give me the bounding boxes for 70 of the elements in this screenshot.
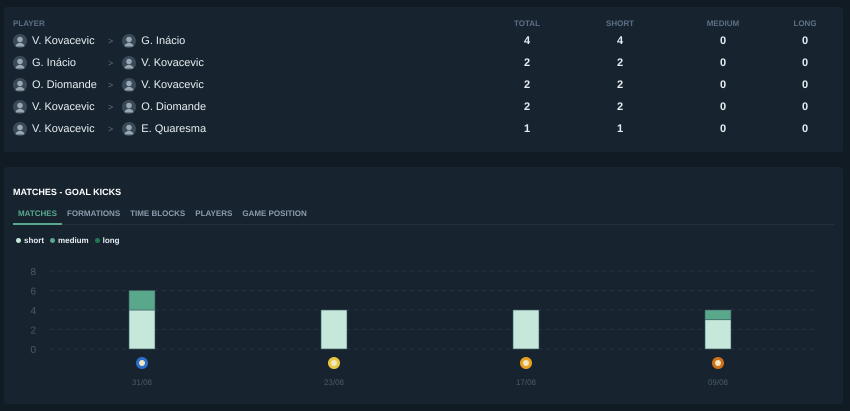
- axis-tick: 2: [30, 326, 36, 336]
- player-name: E. Quaresma: [141, 123, 206, 135]
- avatar-icon: [122, 122, 136, 136]
- avatar-icon: [13, 34, 27, 48]
- table-cell: 0: [720, 35, 726, 47]
- tab[interactable]: GAME POSITION: [237, 207, 312, 225]
- axis-tick: 0: [30, 345, 36, 356]
- table-cell: 0: [802, 79, 808, 91]
- table-cell: 2: [616, 101, 624, 113]
- column-header: SHORT: [606, 18, 634, 28]
- axis-label: 23/08: [324, 378, 344, 387]
- table-cell: 0: [802, 57, 808, 69]
- avatar-icon: [13, 78, 27, 92]
- separator: >: [108, 102, 114, 112]
- separator: >: [108, 80, 114, 90]
- table-cell: 0: [802, 123, 808, 135]
- separator: >: [108, 124, 114, 134]
- avatar-icon: [122, 78, 136, 92]
- axis-label: 17/08: [516, 378, 536, 387]
- avatar-icon: [122, 100, 136, 114]
- tab[interactable]: MATCHES: [13, 207, 62, 225]
- separator: >: [108, 58, 114, 68]
- table-cell: 2: [524, 79, 530, 91]
- table-cell: 0: [720, 57, 726, 69]
- avatar-icon: [122, 34, 136, 48]
- legend-label: long: [102, 236, 120, 245]
- table-cell: 0: [720, 79, 726, 91]
- legend-label: medium: [58, 236, 89, 245]
- player-name: V. Kovacevic: [32, 101, 96, 113]
- player-name: V. Kovacevic: [141, 57, 204, 69]
- column-header: TOTAL: [514, 18, 540, 28]
- table-cell: 4: [616, 35, 624, 47]
- table-cell: 1: [616, 123, 624, 135]
- table-cell: 2: [616, 57, 624, 69]
- table-cell: 0: [720, 123, 726, 135]
- avatar-icon: [13, 100, 27, 114]
- player-name: O. Diomande: [141, 101, 206, 113]
- player-name: G. Inácio: [141, 35, 186, 47]
- avatar-icon: [13, 122, 27, 136]
- avatar-icon: [122, 56, 136, 70]
- table-cell: 0: [720, 101, 726, 113]
- table-cell: 0: [802, 35, 808, 47]
- axis-tick: 4: [30, 306, 36, 317]
- table-cell: 2: [616, 79, 624, 91]
- player-name: G. Inácio: [32, 57, 78, 69]
- table-cell: 4: [524, 35, 530, 47]
- player-name: V. Kovacevic: [32, 35, 96, 47]
- avatar-icon: [13, 56, 27, 70]
- table-cell: 0: [802, 101, 808, 113]
- table-cell: 2: [524, 57, 530, 69]
- axis-label: 09/08: [708, 378, 728, 387]
- table-cell: 1: [524, 123, 530, 135]
- legend-label: short: [24, 236, 44, 245]
- tab[interactable]: PLAYERS: [190, 207, 238, 225]
- section-title: MATCHES - GOAL KICKS: [13, 187, 122, 199]
- column-header: PLAYER: [13, 18, 45, 28]
- player-name: V. Kovacevic: [32, 123, 96, 135]
- axis-tick: 6: [30, 286, 36, 298]
- column-header: MEDIUM: [706, 18, 740, 28]
- axis-label: 31/08: [132, 378, 152, 387]
- bar: [512, 310, 540, 350]
- tab[interactable]: FORMATIONS: [62, 207, 126, 225]
- bar: [320, 310, 348, 350]
- axis-tick: 8: [30, 267, 36, 278]
- player-name: O. Diomande: [32, 79, 98, 91]
- tab[interactable]: TIME BLOCKS: [125, 207, 190, 225]
- player-name: V. Kovacevic: [141, 79, 204, 91]
- separator: >: [108, 36, 114, 46]
- table-cell: 2: [524, 101, 530, 113]
- column-header: LONG: [793, 18, 817, 28]
